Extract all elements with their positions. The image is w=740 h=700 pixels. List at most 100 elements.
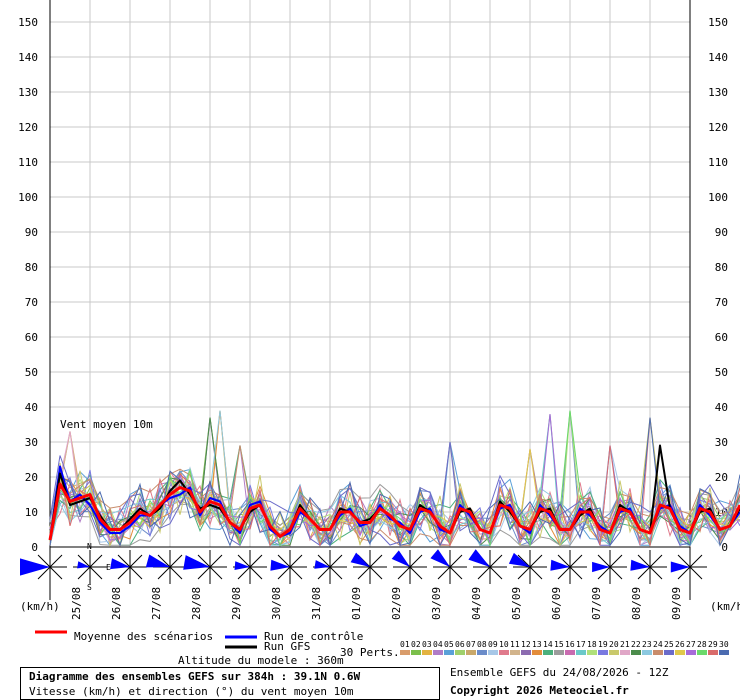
y-tick-label-right: 90 (715, 226, 728, 239)
compass-ray (209, 554, 223, 568)
pert-color-swatch (598, 650, 608, 655)
compass-ray (609, 566, 623, 580)
pert-color-swatch (444, 650, 454, 655)
pert-number-label: 24 (653, 640, 663, 649)
compass-ray (449, 566, 463, 580)
pert-number-label: 06 (455, 640, 465, 649)
pert-color-swatch (554, 650, 564, 655)
compass-ray (89, 566, 103, 580)
wind-direction-marker (233, 550, 267, 584)
compass-ray (209, 566, 223, 580)
pert-color-swatch (686, 650, 696, 655)
pert-color-swatch (609, 650, 619, 655)
wind-wedge (350, 552, 370, 567)
y-tick-label-left: 110 (18, 156, 38, 169)
compass-ray (489, 566, 503, 580)
compass-ray (169, 566, 183, 580)
compass-ray (609, 554, 623, 568)
pert-number-label: 19 (598, 640, 608, 649)
chart-title: Diagramme des ensembles GEFS sur 384h : … (29, 670, 361, 683)
wind-wedge (550, 559, 570, 571)
compass-ray (357, 566, 371, 580)
compass-ray (569, 566, 583, 580)
pert-color-swatch (708, 650, 718, 655)
y-tick-label-left: 80 (25, 261, 38, 274)
compass-ray (517, 566, 531, 580)
wind-direction-marker (550, 550, 587, 584)
compass-ray (329, 554, 343, 568)
y-tick-label-right: 140 (708, 51, 728, 64)
compass-ray (49, 554, 63, 568)
y-tick-label-right: 100 (708, 191, 728, 204)
y-tick-label-left: 10 (25, 506, 38, 519)
pert-color-swatch (642, 650, 652, 655)
wind-direction-marker (391, 550, 427, 584)
pert-number-label: 18 (587, 640, 597, 649)
y-tick-label-right: 0 (721, 541, 728, 554)
chart-subtitle: Vitesse (km/h) et direction (°) du vent … (29, 685, 354, 698)
y-tick-label-left: 20 (25, 471, 38, 484)
wind-direction-marker (430, 549, 467, 584)
compass-ray (529, 566, 543, 580)
compass-ray (369, 554, 383, 568)
y-tick-label-left: 40 (25, 401, 38, 414)
pert-color-swatch (653, 650, 663, 655)
wind-direction-marker (508, 550, 547, 584)
compass-ray (409, 566, 423, 580)
compass-ray (169, 554, 183, 568)
pert-color-swatch (400, 650, 410, 655)
pert-number-label: 11 (510, 640, 520, 649)
compass-ray (489, 554, 503, 568)
wind-wedge (670, 561, 690, 573)
pert-color-swatch (422, 650, 432, 655)
compass-ray (289, 554, 303, 568)
pert-number-label: 01 (400, 640, 410, 649)
x-date-label: 29/08 (230, 587, 243, 620)
x-date-label: 04/09 (470, 587, 483, 620)
y-tick-label-right: 30 (715, 436, 728, 449)
pert-color-swatch (620, 650, 630, 655)
compass-ray (289, 566, 303, 580)
pert-color-swatch (532, 650, 542, 655)
compass-ray (129, 566, 143, 580)
y-tick-label-left: 90 (25, 226, 38, 239)
pert-color-swatch (664, 650, 674, 655)
compass-ray (129, 554, 143, 568)
wind-wedge (430, 549, 450, 567)
pert-number-label: 13 (532, 640, 542, 649)
y-tick-label-left: 0 (31, 541, 38, 554)
y-unit-left: (km/h) (20, 600, 60, 613)
perturbation-color-strip: 01 02 03 04 05 06 07 08 09 10 11 12 13 14 15 16 17 18 19 20… (400, 640, 729, 655)
y-tick-label-left: 50 (25, 366, 38, 379)
pert-number-label: 02 (411, 640, 421, 649)
pert-number-label: 03 (422, 640, 432, 649)
x-date-label: 02/09 (390, 587, 403, 620)
wind-direction-marker (468, 549, 507, 584)
legend-mean-label: Moyenne des scénarios (74, 630, 214, 643)
y-tick-label-right: 130 (708, 86, 728, 99)
compass-ray (329, 566, 343, 580)
pert-number-label: 05 (444, 640, 454, 649)
wind-direction-marker (670, 550, 707, 584)
y-tick-label-right: 50 (715, 366, 728, 379)
compass-ray (89, 554, 103, 568)
compass-ray (437, 566, 451, 580)
pert-color-swatch (433, 650, 443, 655)
pert-color-swatch (455, 650, 465, 655)
y-tick-label-left: 60 (25, 331, 38, 344)
pert-number-label: 07 (466, 640, 476, 649)
pert-number-label: 23 (642, 640, 652, 649)
y-tick-label-left: 120 (18, 121, 38, 134)
y-tick-label-right: 40 (715, 401, 728, 414)
inner-chart-label: Vent moyen 10m (60, 418, 153, 431)
pert-number-label: 29 (708, 640, 718, 649)
wind-wedge (508, 552, 530, 567)
title-box: Diagramme des ensembles GEFS sur 384h : … (20, 667, 440, 700)
compass-ray (409, 554, 423, 568)
compass-ray (197, 566, 211, 580)
pert-color-swatch (697, 650, 707, 655)
pert-color-swatch (576, 650, 586, 655)
copyright-label: Copyright 2026 Meteociel.fr (450, 684, 629, 697)
x-date-label: 25/08 (70, 587, 83, 620)
wind-direction-marker (630, 550, 667, 584)
